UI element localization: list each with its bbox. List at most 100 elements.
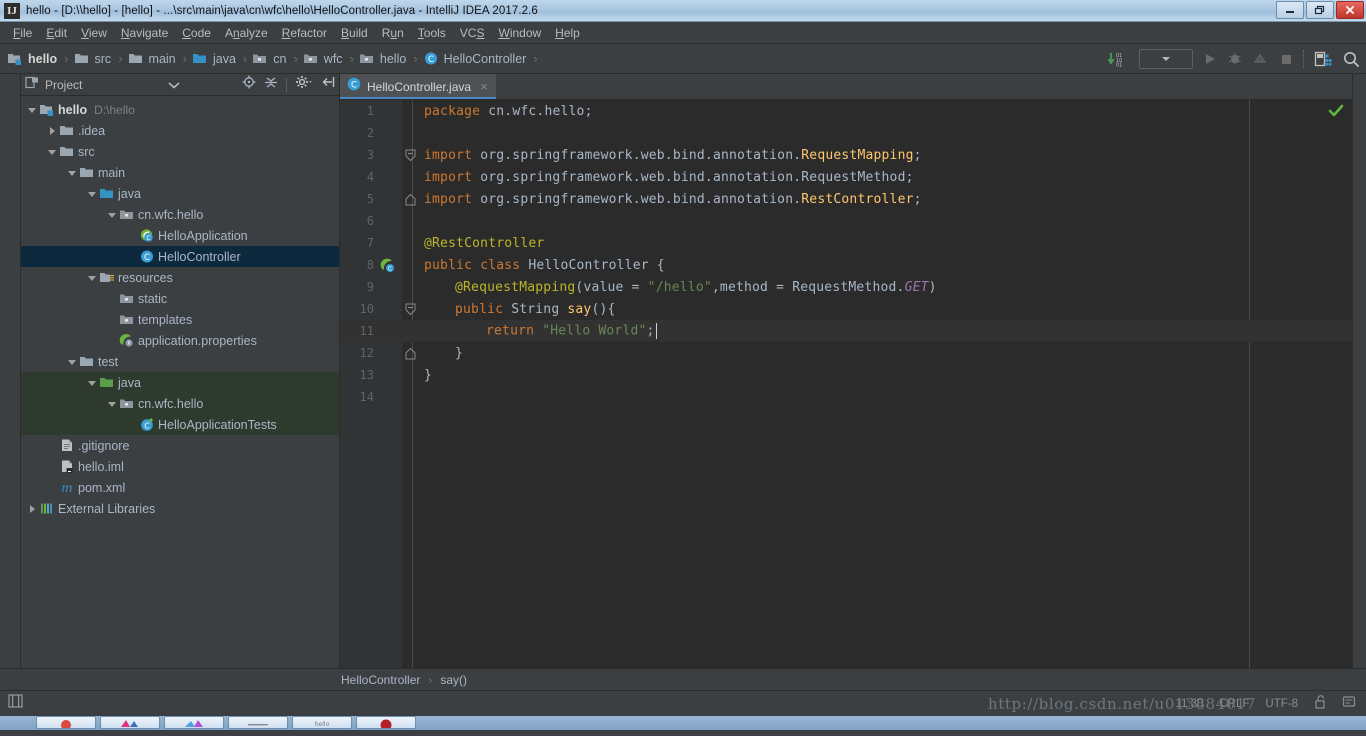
code-text[interactable]: import org.springframework.web.bind.anno… xyxy=(418,192,922,207)
menu-item-edit[interactable]: Edit xyxy=(39,24,74,42)
tree-node-helloapplicationtests[interactable]: C HelloApplicationTests xyxy=(21,414,339,435)
fold-start-icon[interactable] xyxy=(402,303,418,316)
spring-bean-icon[interactable]: C xyxy=(374,258,402,273)
code-line[interactable]: 8 Cpublic class HelloController { xyxy=(340,254,1352,276)
chevron-down-icon[interactable] xyxy=(105,210,118,220)
no-errors-check-icon[interactable] xyxy=(1328,103,1344,123)
tree-node-resources[interactable]: resources xyxy=(21,267,339,288)
update-project-icon[interactable]: 01 10 01 xyxy=(1107,51,1129,67)
search-icon[interactable] xyxy=(1342,50,1360,68)
tree-node--gitignore[interactable]: .gitignore xyxy=(21,435,339,456)
breadcrumb-item-src[interactable]: src xyxy=(73,51,113,66)
code-text[interactable]: @RestController xyxy=(418,236,544,251)
chevron-down-icon[interactable] xyxy=(168,76,180,94)
tree-node-src[interactable]: src xyxy=(21,141,339,162)
tree-node-main[interactable]: main xyxy=(21,162,339,183)
fold-start-icon[interactable] xyxy=(402,149,418,162)
taskbar-item[interactable] xyxy=(228,716,288,729)
breadcrumb-item-cn[interactable]: cn xyxy=(251,51,287,66)
code-text[interactable]: public String say(){ xyxy=(418,302,616,317)
tree-node-java[interactable]: java xyxy=(21,372,339,393)
tree-node-templates[interactable]: templates xyxy=(21,309,339,330)
menu-item-refactor[interactable]: Refactor xyxy=(275,24,334,42)
menu-item-run[interactable]: Run xyxy=(375,24,411,42)
code-text[interactable]: } xyxy=(418,346,463,361)
fold-end-icon[interactable] xyxy=(402,193,418,206)
code-text[interactable]: package cn.wfc.hello; xyxy=(418,104,593,119)
chevron-down-icon[interactable] xyxy=(65,357,78,367)
code-line[interactable]: 3 import org.springframework.web.bind.ann… xyxy=(340,144,1352,166)
code-line[interactable]: 13} xyxy=(340,364,1352,386)
menu-item-analyze[interactable]: Analyze xyxy=(218,24,275,42)
close-button[interactable] xyxy=(1336,1,1364,19)
chevron-right-icon[interactable] xyxy=(25,504,38,514)
stop-icon[interactable] xyxy=(1279,52,1293,66)
editor-scrollbar[interactable] xyxy=(1352,74,1366,668)
chevron-down-icon[interactable] xyxy=(85,273,98,283)
chevron-down-icon[interactable] xyxy=(85,189,98,199)
settings-gear-icon[interactable] xyxy=(295,75,313,94)
menu-item-help[interactable]: Help xyxy=(548,24,587,42)
code-line[interactable]: 1 package cn.wfc.hello; xyxy=(340,100,1352,122)
code-line[interactable]: 12} xyxy=(340,342,1352,364)
code-text[interactable]: import org.springframework.web.bind.anno… xyxy=(418,170,914,185)
code-text[interactable]: public class HelloController { xyxy=(418,258,665,273)
run-configuration-dropdown[interactable] xyxy=(1139,49,1193,69)
code-text[interactable]: return "Hello World"; xyxy=(418,323,657,339)
chevron-down-icon[interactable] xyxy=(105,399,118,409)
code-lines[interactable]: 1 package cn.wfc.hello; 2 3 import org.sprin… xyxy=(340,100,1352,408)
tree-node--idea[interactable]: .idea xyxy=(21,120,339,141)
chevron-down-icon[interactable] xyxy=(45,147,58,157)
breadcrumb-item-hello[interactable]: hello xyxy=(358,51,407,66)
taskbar-item[interactable] xyxy=(356,716,416,729)
taskbar-item[interactable] xyxy=(164,716,224,729)
breadcrumb-class[interactable]: HelloController xyxy=(341,673,420,687)
run-icon[interactable] xyxy=(1203,52,1217,66)
breadcrumb-item-hellocontroller[interactable]: C HelloController xyxy=(422,51,528,66)
fold-end-icon[interactable] xyxy=(402,347,418,360)
chevron-right-icon[interactable] xyxy=(45,126,58,136)
tree-node-static[interactable]: static xyxy=(21,288,339,309)
code-editor[interactable]: 1 package cn.wfc.hello; 2 3 import org.sprin… xyxy=(340,100,1352,668)
minimize-button[interactable] xyxy=(1276,1,1304,19)
tree-node-java[interactable]: java xyxy=(21,183,339,204)
menu-item-file[interactable]: File xyxy=(6,24,39,42)
breadcrumb-item-main[interactable]: main xyxy=(127,51,177,66)
project-tree[interactable]: hello D:\hello .idea src main java cn.wfc.hell… xyxy=(21,96,339,668)
tree-node-hellocontroller[interactable]: C HelloController xyxy=(21,246,339,267)
tree-node-cn-wfc-hello[interactable]: cn.wfc.hello xyxy=(21,204,339,225)
code-text[interactable]: } xyxy=(418,368,432,383)
debug-icon[interactable] xyxy=(1227,52,1243,66)
tree-node-hello[interactable]: hello D:\hello xyxy=(21,99,339,120)
code-text[interactable]: import org.springframework.web.bind.anno… xyxy=(418,148,922,163)
tree-node-test[interactable]: test xyxy=(21,351,339,372)
collapse-all-icon[interactable] xyxy=(264,75,278,94)
tab-hellocontroller-java[interactable]: C HelloController.java × xyxy=(340,74,496,99)
breadcrumb-method[interactable]: say() xyxy=(440,673,467,687)
unlocked-icon[interactable] xyxy=(1314,695,1326,712)
chevron-down-icon[interactable] xyxy=(85,378,98,388)
coverage-icon[interactable] xyxy=(1253,52,1269,66)
event-log-icon[interactable] xyxy=(1342,695,1356,712)
code-line[interactable]: 10 public String say(){ xyxy=(340,298,1352,320)
menu-item-code[interactable]: Code xyxy=(175,24,218,42)
taskbar-item[interactable] xyxy=(36,716,96,729)
code-line[interactable]: 9 @RequestMapping(value = "/hello",method… xyxy=(340,276,1352,298)
close-icon[interactable]: × xyxy=(480,80,488,93)
menu-item-view[interactable]: View xyxy=(74,24,114,42)
menu-item-vcs[interactable]: VCS xyxy=(453,24,492,42)
menu-item-build[interactable]: Build xyxy=(334,24,375,42)
code-line[interactable]: 2 xyxy=(340,122,1352,144)
locate-icon[interactable] xyxy=(242,75,256,94)
taskbar-item[interactable] xyxy=(100,716,160,729)
code-line[interactable]: 4 import org.springframework.web.bind.ann… xyxy=(340,166,1352,188)
code-line[interactable]: 6 xyxy=(340,210,1352,232)
code-line[interactable]: 5 import org.springframework.web.bind.ann… xyxy=(340,188,1352,210)
tree-node-cn-wfc-hello[interactable]: cn.wfc.hello xyxy=(21,393,339,414)
layout-icon[interactable] xyxy=(1314,51,1332,67)
code-line[interactable]: 14 xyxy=(340,386,1352,408)
code-line[interactable]: 11 return "Hello World"; xyxy=(340,320,1352,342)
breadcrumb-item-hello[interactable]: hello xyxy=(6,51,58,66)
breadcrumb-item-wfc[interactable]: wfc xyxy=(302,51,344,66)
menu-item-navigate[interactable]: Navigate xyxy=(114,24,175,42)
